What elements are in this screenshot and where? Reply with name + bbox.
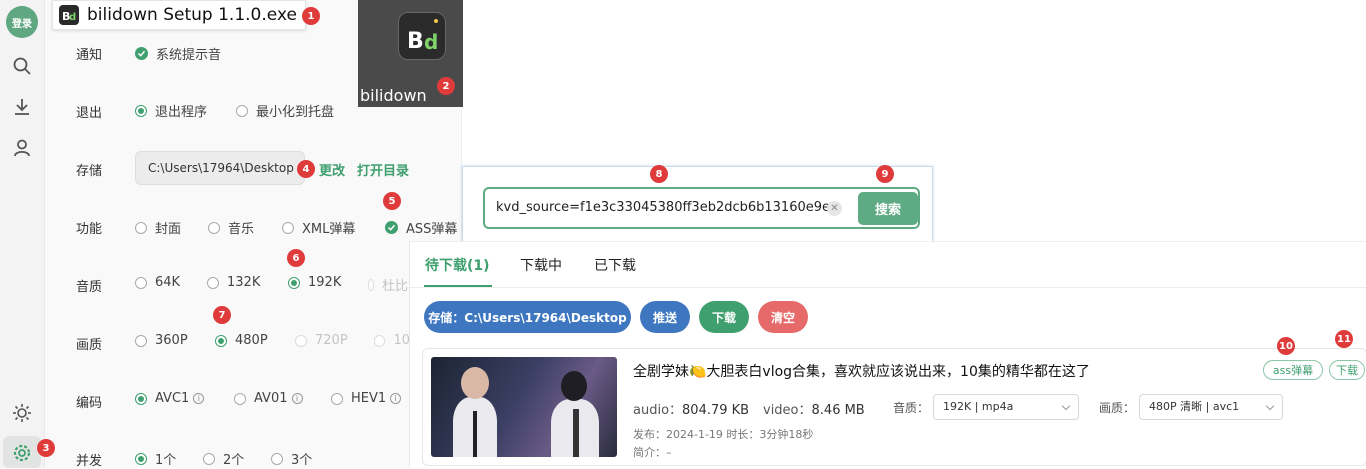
chevron-down-icon	[1061, 401, 1071, 411]
info-icon: i	[193, 393, 205, 404]
video-size: video：8.46 MB	[763, 403, 865, 418]
chevron-down-icon	[1265, 401, 1275, 411]
clear-icon[interactable]: ✕	[827, 201, 842, 216]
login-avatar[interactable]: 登录	[6, 6, 38, 38]
marker-11: 11	[1335, 330, 1353, 348]
search-input-value[interactable]: kvd_source=f1e3c33045380ff3eb2dcb6b13160…	[496, 200, 830, 215]
concurrency-3[interactable]: 3个	[271, 449, 312, 468]
settings-icon[interactable]	[10, 441, 34, 465]
video-480p[interactable]: 480P	[215, 333, 268, 348]
tab-downloaded[interactable]: 已下载	[594, 255, 636, 275]
storage-label: 存储	[76, 164, 103, 179]
audio-dolby: 杜比	[368, 275, 408, 294]
notify-sound-checkbox[interactable]: 系统提示音	[135, 44, 221, 63]
feature-cover[interactable]: 封面	[135, 218, 181, 237]
exit-label: 退出	[76, 106, 103, 121]
publish-info: 发布：2024-1-19 时长：3分钟18秒	[633, 428, 814, 441]
video-title: 全剧学妹🍋大胆表白vlog合集，喜欢就应该说出来，10集的精华都在这了	[633, 364, 1090, 380]
left-sidebar: 登录	[0, 0, 45, 468]
audio-size: audio：804.79 KB	[633, 403, 750, 418]
marker-4: 4	[297, 160, 315, 178]
concurrency-2[interactable]: 2个	[203, 449, 244, 468]
notify-label: 通知	[76, 48, 103, 63]
marker-7: 7	[213, 306, 231, 324]
audio-64k[interactable]: 64K	[135, 275, 180, 290]
user-icon[interactable]	[10, 136, 34, 160]
video-quality-select-label: 画质：	[1099, 401, 1136, 415]
app-tile-label: bilidown	[360, 86, 427, 105]
codec-label: 编码	[76, 396, 103, 411]
audio-quality-select-label: 音质：	[893, 401, 930, 415]
marker-2: 2	[437, 77, 455, 95]
audio-quality-label: 音质	[76, 280, 103, 295]
audio-quality-select[interactable]: 192K | mp4a	[933, 394, 1079, 420]
exit-option-tray[interactable]: 最小化到托盘	[236, 101, 334, 120]
search-input[interactable]: kvd_source=f1e3c33045380ff3eb2dcb6b13160…	[483, 187, 920, 229]
marker-1: 1	[302, 7, 320, 25]
file-name: bilidown Setup 1.1.0.exe	[87, 5, 297, 25]
marker-6: 6	[287, 249, 305, 267]
tab-downloading[interactable]: 下载中	[520, 255, 562, 275]
audio-132k[interactable]: 132K	[207, 275, 260, 290]
features-label: 功能	[76, 222, 103, 237]
video-thumbnail	[431, 357, 617, 457]
video-1080p: 10	[374, 333, 410, 348]
concurrency-label: 并发	[76, 454, 103, 469]
codec-hev1[interactable]: HEV1 i	[331, 391, 402, 406]
search-icon[interactable]	[10, 54, 34, 78]
marker-9: 9	[876, 165, 894, 183]
marker-5: 5	[383, 192, 401, 210]
search-button[interactable]: 搜索	[858, 192, 918, 225]
app-icon: Bd	[398, 12, 446, 60]
intro-text: 简介：–	[633, 446, 672, 459]
tab-pending[interactable]: 待下载(1)	[425, 255, 490, 275]
theme-icon[interactable]	[10, 401, 34, 425]
info-icon: i	[390, 393, 402, 404]
file-tooltip: Bd bilidown Setup 1.1.0.exe	[52, 0, 306, 30]
change-dir-button[interactable]: 更改	[319, 160, 345, 179]
download-all-button[interactable]: 下载	[699, 301, 749, 333]
concurrency-1[interactable]: 1个	[135, 449, 176, 468]
item-download-button[interactable]: 下载	[1329, 360, 1365, 380]
feature-music[interactable]: 音乐	[208, 218, 254, 237]
codec-avc1[interactable]: AVC1 i	[135, 391, 205, 406]
download-icon[interactable]	[10, 95, 34, 119]
clear-button[interactable]: 清空	[758, 301, 808, 333]
svg-text:d: d	[424, 30, 438, 54]
app-icon: Bd	[59, 5, 79, 25]
storage-path-field[interactable]: C:\Users\17964\Desktop	[135, 151, 305, 185]
ass-danmaku-button[interactable]: ass弹幕	[1263, 360, 1323, 380]
info-icon: i	[291, 393, 303, 404]
check-icon	[385, 221, 398, 234]
feature-xml-danmaku[interactable]: XML弹幕	[282, 218, 355, 237]
codec-av01[interactable]: AV01 i	[234, 391, 303, 406]
video-item-card: 全剧学妹🍋大胆表白vlog合集，喜欢就应该说出来，10集的精华都在这了 audi…	[422, 348, 1366, 466]
search-card: kvd_source=f1e3c33045380ff3eb2dcb6b13160…	[462, 166, 933, 244]
storage-path-button[interactable]: 存储：C:\Users\17964\Desktop	[424, 301, 631, 333]
marker-8: 8	[650, 165, 668, 183]
download-panel: 待下载(1) 下载中 已下载 存储：C:\Users\17964\Desktop…	[409, 241, 1366, 468]
marker-10: 10	[1277, 337, 1295, 355]
video-quality-select[interactable]: 480P 清晰 | avc1	[1139, 394, 1283, 420]
svg-text:B: B	[407, 29, 424, 54]
video-360p[interactable]: 360P	[135, 333, 188, 348]
marker-3: 3	[37, 439, 55, 457]
open-dir-button[interactable]: 打开目录	[357, 160, 409, 179]
push-button[interactable]: 推送	[640, 301, 690, 333]
video-720p: 720P	[295, 333, 348, 348]
check-icon	[135, 47, 148, 60]
exit-option-quit[interactable]: 退出程序	[135, 101, 207, 120]
tabs-divider	[410, 287, 1366, 288]
audio-192k[interactable]: 192K	[288, 275, 341, 290]
feature-ass-danmaku[interactable]: ASS弹幕	[385, 218, 457, 237]
svg-text:d: d	[69, 12, 76, 23]
video-quality-label: 画质	[76, 338, 103, 353]
active-tab-indicator	[424, 285, 492, 287]
